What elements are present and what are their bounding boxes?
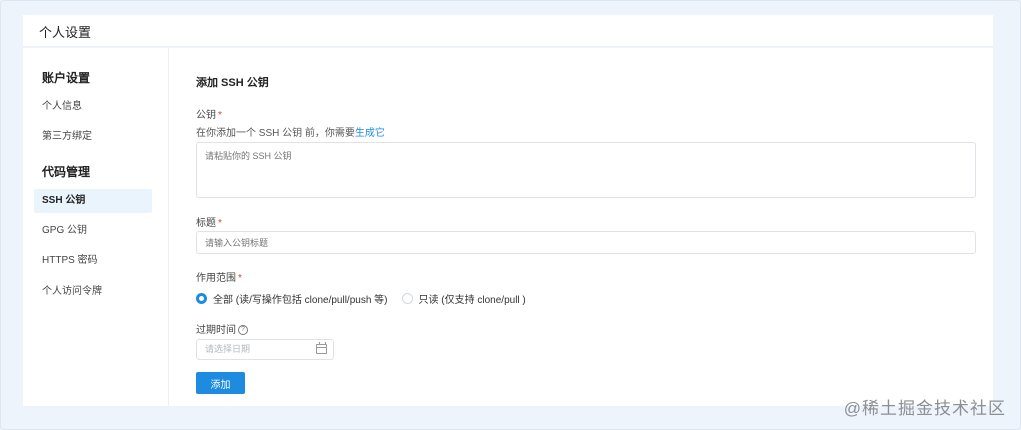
public-key-label: 公钥 * [196, 106, 222, 121]
page-title: 个人设置 [39, 25, 92, 40]
required-mark: * [218, 218, 222, 229]
hint-text: 在你添加一个 SSH 公钥 前，你需要 [196, 128, 355, 139]
section-title: 添加 SSH 公钥 [196, 77, 269, 89]
scope-label: 作用范围 * [196, 269, 242, 284]
sidebar-heading-account: 账户设置 [42, 71, 91, 85]
page-header: 个人设置 [23, 15, 993, 47]
scope-all-radio[interactable] [196, 292, 207, 304]
app-frame: 个人设置 账户设置 个人信息 第三方绑定 代码管理 SSH 公钥 GPG 公钥 … [0, 0, 1021, 430]
form-area: 添加 SSH 公钥 公钥* 在你添加一个 SSH 公钥 前，你需要生成它 标题*… [169, 48, 993, 406]
public-key-textarea[interactable] [196, 142, 976, 198]
sidebar-item-ssh-key[interactable]: SSH 公钥 [34, 189, 152, 213]
sidebar-item-gpg-key[interactable]: GPG 公钥 [34, 219, 152, 243]
scope-radio-group: 全部 (读/写操作包括 clone/pull/push 等) 只读 (仅支持 c… [196, 290, 540, 306]
sidebar: 账户设置 个人信息 第三方绑定 代码管理 SSH 公钥 GPG 公钥 HTTPS… [23, 48, 169, 406]
scope-label-text: 作用范围 [196, 273, 236, 284]
help-icon[interactable]: ? [238, 325, 248, 336]
expiry-label: 过期时间? [196, 321, 248, 336]
sidebar-item-access-token[interactable]: 个人访问令牌 [34, 280, 152, 304]
sidebar-item-profile[interactable]: 个人信息 [34, 95, 152, 119]
sidebar-item-third-party[interactable]: 第三方绑定 [34, 125, 152, 149]
required-mark: * [238, 273, 242, 284]
title-label: 标题 * [196, 214, 222, 229]
public-key-hint: 在你添加一个 SSH 公钥 前，你需要生成它 [196, 124, 385, 139]
scope-readonly-label[interactable]: 只读 (仅支持 clone/pull ) [419, 291, 526, 306]
add-button[interactable]: 添加 [196, 372, 245, 394]
date-placeholder: 请选择日期 [205, 344, 251, 354]
settings-panel: 账户设置 个人信息 第三方绑定 代码管理 SSH 公钥 GPG 公钥 HTTPS… [23, 48, 993, 406]
sidebar-item-https-password[interactable]: HTTPS 密码 [34, 249, 152, 273]
calendar-icon [316, 342, 327, 354]
scope-all-label[interactable]: 全部 (读/写操作包括 clone/pull/push 等) [213, 291, 388, 306]
sidebar-heading-code: 代码管理 [42, 165, 91, 179]
scope-readonly-radio[interactable] [401, 292, 413, 304]
expiry-label-text: 过期时间 [196, 325, 236, 336]
required-mark: * [218, 110, 222, 121]
title-input[interactable] [196, 231, 976, 254]
watermark: @稀土掘金技术社区 [843, 399, 1006, 418]
generate-key-link[interactable]: 生成它 [355, 128, 385, 139]
public-key-label-text: 公钥 [196, 110, 216, 121]
expiry-date-picker[interactable]: 请选择日期 [196, 339, 334, 360]
title-label-text: 标题 [196, 218, 216, 229]
